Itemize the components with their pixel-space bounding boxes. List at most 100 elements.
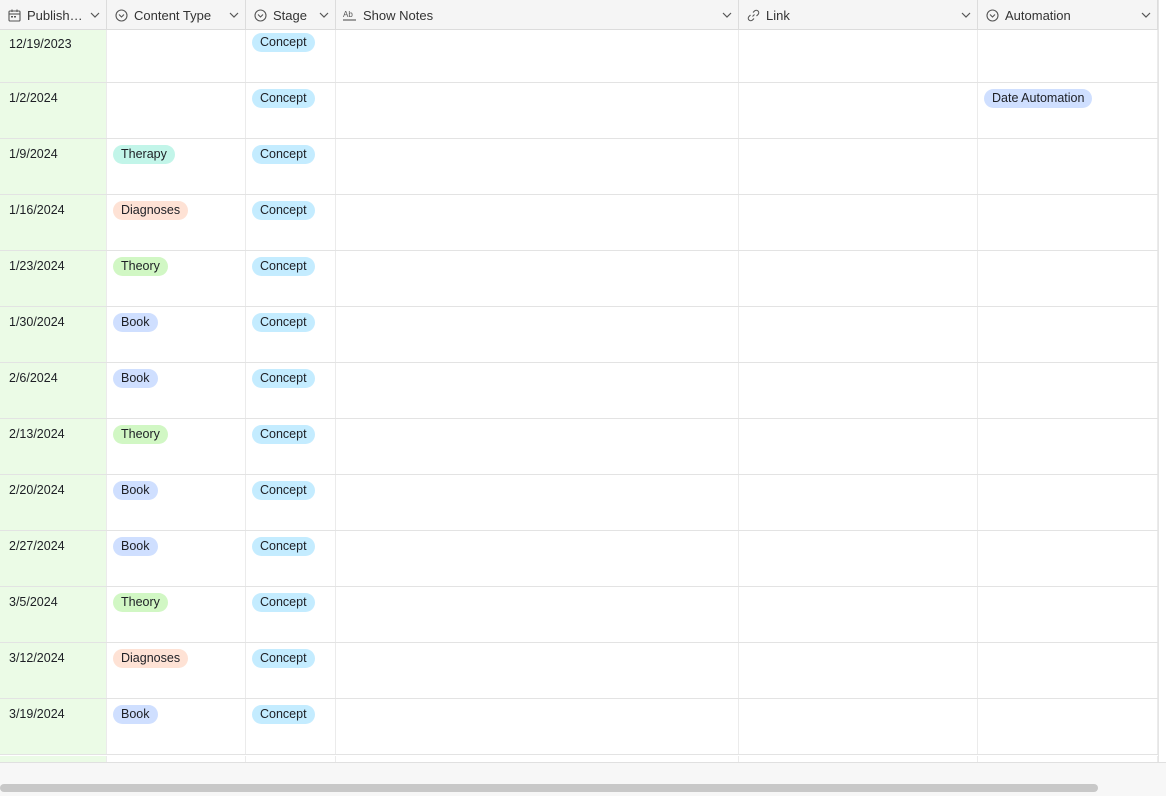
cell-content-type[interactable] (107, 83, 246, 138)
cell-stage[interactable]: Concept (246, 363, 336, 418)
table-row[interactable]: 1/9/2024 Therapy Concept (0, 139, 1158, 195)
cell-show-notes[interactable] (336, 475, 739, 530)
chevron-down-icon[interactable] (313, 0, 335, 30)
cell-show-notes[interactable] (336, 307, 739, 362)
cell-link[interactable] (739, 30, 978, 82)
cell-show-notes[interactable] (336, 195, 739, 250)
cell-publish-date[interactable]: 3/5/2024 (0, 587, 107, 642)
cell-show-notes[interactable] (336, 699, 739, 754)
cell-automation[interactable] (978, 30, 1158, 82)
cell-automation[interactable] (978, 531, 1158, 586)
cell-link[interactable] (739, 363, 978, 418)
cell-link[interactable] (739, 139, 978, 194)
table-row[interactable]: 2/27/2024 Book Concept (0, 531, 1158, 587)
column-header-content-type[interactable]: Content Type (107, 0, 246, 30)
cell-stage[interactable]: Concept (246, 643, 336, 698)
cell-content-type[interactable]: Theory (107, 587, 246, 642)
horizontal-scrollbar[interactable] (0, 784, 1098, 792)
table-row[interactable]: 2/20/2024 Book Concept (0, 475, 1158, 531)
table-row[interactable]: 1/30/2024 Book Concept (0, 307, 1158, 363)
cell-publish-date[interactable]: 1/23/2024 (0, 251, 107, 306)
cell-automation[interactable] (978, 139, 1158, 194)
cell-show-notes[interactable] (336, 83, 739, 138)
chevron-down-icon[interactable] (955, 0, 977, 30)
table-row[interactable]: 3/5/2024 Theory Concept (0, 587, 1158, 643)
cell-publish-date[interactable]: 2/6/2024 (0, 363, 107, 418)
cell-automation[interactable] (978, 363, 1158, 418)
column-header-publish-date[interactable]: Publish ... (0, 0, 107, 30)
cell-link[interactable] (739, 419, 978, 474)
cell-publish-date[interactable]: 3/12/2024 (0, 643, 107, 698)
table-row[interactable]: 12/19/2023 Concept (0, 30, 1158, 83)
cell-stage[interactable]: Concept (246, 195, 336, 250)
cell-link[interactable] (739, 251, 978, 306)
cell-link[interactable] (739, 699, 978, 754)
cell-link[interactable] (739, 195, 978, 250)
cell-content-type[interactable]: Book (107, 475, 246, 530)
cell-link[interactable] (739, 83, 978, 138)
cell-publish-date[interactable]: 3/19/2024 (0, 699, 107, 754)
cell-stage[interactable]: Concept (246, 30, 336, 82)
cell-publish-date[interactable]: 2/20/2024 (0, 475, 107, 530)
cell-content-type[interactable]: Theory (107, 419, 246, 474)
cell-publish-date[interactable]: 2/13/2024 (0, 419, 107, 474)
table-row[interactable]: 3/19/2024 Book Concept (0, 699, 1158, 755)
cell-stage[interactable]: Concept (246, 699, 336, 754)
table-row[interactable]: 2/13/2024 Theory Concept (0, 419, 1158, 475)
cell-content-type[interactable]: Therapy (107, 139, 246, 194)
cell-show-notes[interactable] (336, 419, 739, 474)
table-row[interactable]: 1/23/2024 Theory Concept (0, 251, 1158, 307)
cell-link[interactable] (739, 307, 978, 362)
cell-link[interactable] (739, 475, 978, 530)
cell-publish-date[interactable]: 1/9/2024 (0, 139, 107, 194)
cell-content-type[interactable]: Theory (107, 251, 246, 306)
cell-stage[interactable]: Concept (246, 531, 336, 586)
chevron-down-icon[interactable] (223, 0, 245, 30)
cell-show-notes[interactable] (336, 643, 739, 698)
cell-automation[interactable] (978, 419, 1158, 474)
cell-automation[interactable] (978, 475, 1158, 530)
cell-show-notes[interactable] (336, 587, 739, 642)
cell-automation[interactable] (978, 251, 1158, 306)
cell-automation[interactable] (978, 643, 1158, 698)
chevron-down-icon[interactable] (84, 0, 106, 30)
cell-show-notes[interactable] (336, 30, 739, 82)
cell-publish-date[interactable]: 2/27/2024 (0, 531, 107, 586)
cell-content-type[interactable] (107, 30, 246, 82)
cell-publish-date[interactable]: 1/16/2024 (0, 195, 107, 250)
cell-stage[interactable]: Concept (246, 475, 336, 530)
cell-publish-date[interactable]: 12/19/2023 (0, 30, 107, 82)
cell-stage[interactable]: Concept (246, 307, 336, 362)
cell-show-notes[interactable] (336, 139, 739, 194)
cell-show-notes[interactable] (336, 363, 739, 418)
cell-content-type[interactable]: Book (107, 363, 246, 418)
cell-content-type[interactable]: Book (107, 699, 246, 754)
cell-link[interactable] (739, 643, 978, 698)
cell-automation[interactable]: Date Automation (978, 83, 1158, 138)
table-row[interactable]: 2/6/2024 Book Concept (0, 363, 1158, 419)
cell-automation[interactable] (978, 307, 1158, 362)
table-row[interactable]: 1/2/2024 Concept Date Automation (0, 83, 1158, 139)
column-header-link[interactable]: Link (739, 0, 978, 30)
cell-stage[interactable]: Concept (246, 83, 336, 138)
cell-publish-date[interactable]: 1/30/2024 (0, 307, 107, 362)
cell-stage[interactable]: Concept (246, 419, 336, 474)
cell-content-type[interactable]: Diagnoses (107, 195, 246, 250)
cell-show-notes[interactable] (336, 251, 739, 306)
table-row[interactable]: 3/12/2024 Diagnoses Concept (0, 643, 1158, 699)
cell-content-type[interactable]: Diagnoses (107, 643, 246, 698)
cell-automation[interactable] (978, 587, 1158, 642)
column-header-automation[interactable]: Automation (978, 0, 1158, 30)
cell-automation[interactable] (978, 699, 1158, 754)
cell-stage[interactable]: Concept (246, 587, 336, 642)
column-header-stage[interactable]: Stage (246, 0, 336, 30)
cell-publish-date[interactable]: 1/2/2024 (0, 83, 107, 138)
cell-content-type[interactable]: Book (107, 531, 246, 586)
cell-stage[interactable]: Concept (246, 139, 336, 194)
column-header-show-notes[interactable]: Ab Show Notes (336, 0, 739, 30)
cell-automation[interactable] (978, 195, 1158, 250)
table-row[interactable]: 1/16/2024 Diagnoses Concept (0, 195, 1158, 251)
cell-content-type[interactable]: Book (107, 307, 246, 362)
cell-show-notes[interactable] (336, 531, 739, 586)
chevron-down-icon[interactable] (1135, 0, 1157, 30)
